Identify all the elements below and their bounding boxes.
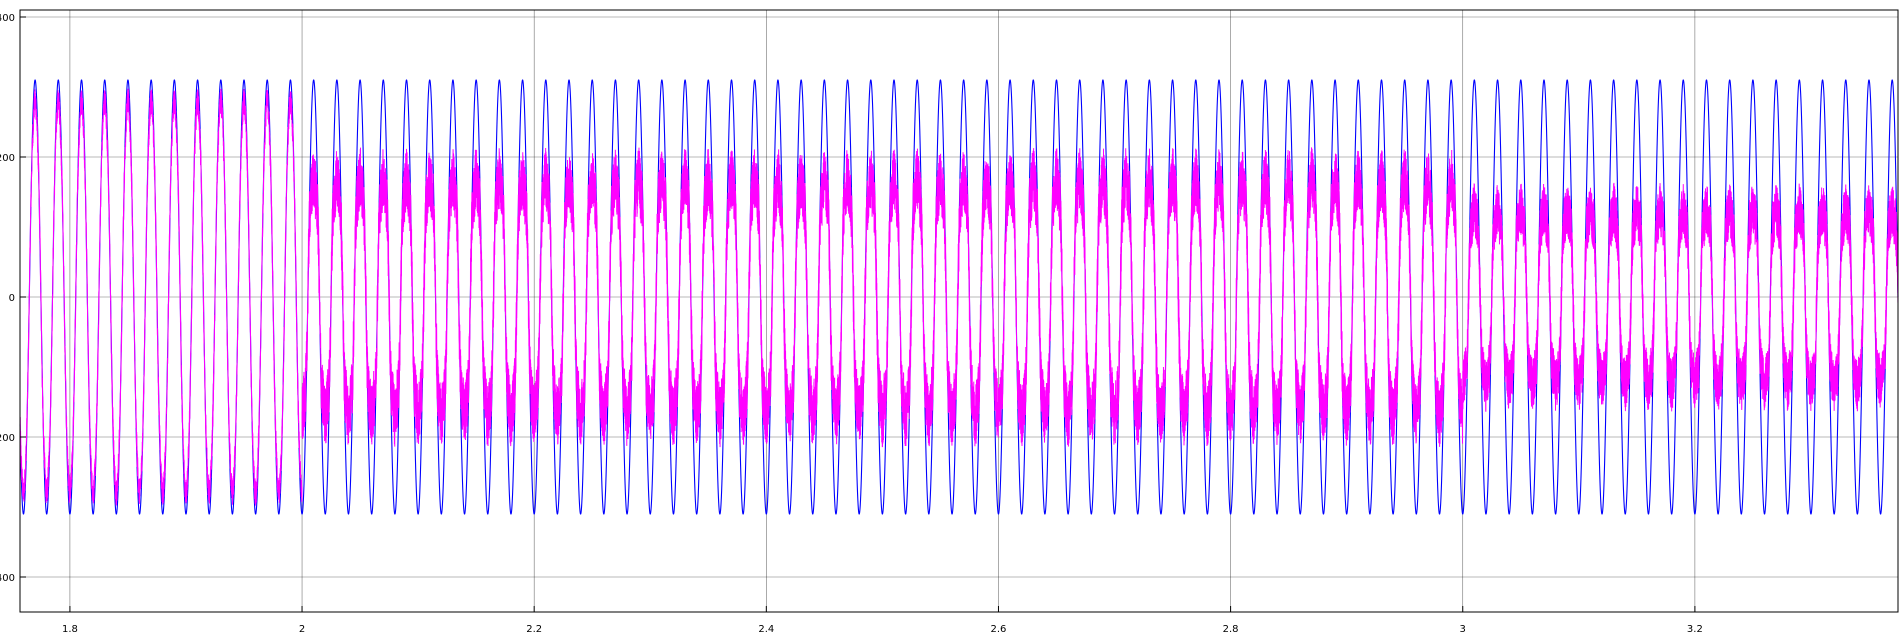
x-tick-label: 2: [299, 624, 305, 635]
x-tick-label: 2.2: [526, 624, 542, 635]
x-tick-label: 1.8: [62, 624, 78, 635]
x-tick-label: 2.6: [991, 624, 1007, 635]
waveform-chart: 1.8 2 2.2 2.4 2.6 2.8 3 3.2 400 200 0 200 400: [0, 0, 1901, 640]
chart-background: [0, 0, 1901, 640]
y-tick-label: 200: [0, 153, 15, 164]
y-tick-label: 200: [0, 433, 15, 444]
x-tick-label: 3.2: [1687, 624, 1703, 635]
y-tick-label: 0: [9, 293, 15, 304]
x-tick-label: 3: [1460, 624, 1466, 635]
x-tick-label: 2.4: [758, 624, 774, 635]
y-tick-label: 400: [0, 13, 15, 24]
y-tick-label: 400: [0, 573, 15, 584]
x-tick-label: 2.8: [1223, 624, 1239, 635]
